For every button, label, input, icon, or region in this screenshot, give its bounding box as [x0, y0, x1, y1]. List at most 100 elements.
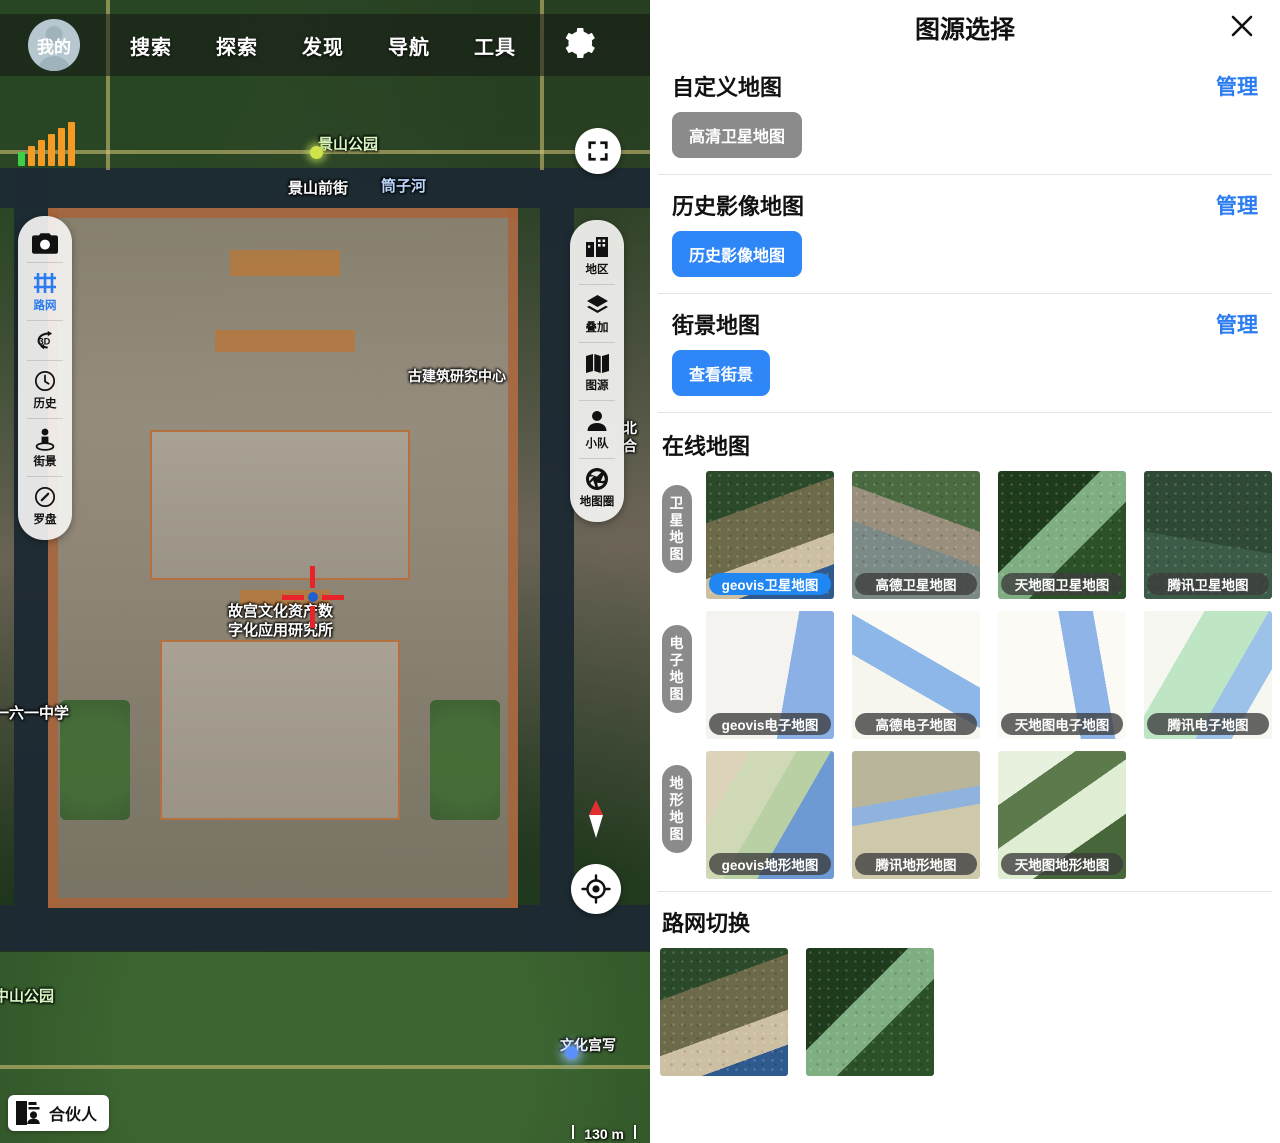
- thumb-amap-electronic[interactable]: 高德电子地图: [852, 611, 980, 739]
- row-tag-char: 星: [669, 512, 685, 529]
- row-tag-char: 地: [669, 669, 685, 686]
- manage-link-custom-map[interactable]: 管理: [1216, 71, 1258, 101]
- thumb-list: [660, 948, 934, 1076]
- thumb-amap-satellite[interactable]: 高德卫星地图: [852, 471, 980, 599]
- scale-label: 130 m: [584, 1126, 624, 1142]
- map-tool-road-network[interactable]: 路网: [18, 262, 72, 320]
- nav-tools[interactable]: 工具: [452, 31, 538, 60]
- chip-historical-imagery-map[interactable]: 历史影像地图: [672, 231, 803, 277]
- section-header: 街景地图 管理: [660, 294, 1270, 350]
- thumb-roadnet-2[interactable]: [806, 948, 934, 1076]
- avatar-wrapper[interactable]: 我的: [0, 19, 108, 71]
- map-tool-overlay[interactable]: 叠加: [570, 284, 624, 342]
- road-network-icon: [32, 271, 58, 295]
- thumb-tianditu-satellite[interactable]: 天地图卫星地图: [998, 471, 1126, 599]
- map-tool-region[interactable]: 地区: [570, 226, 624, 284]
- close-icon[interactable]: [1224, 8, 1260, 44]
- thumb-geovis-electronic[interactable]: geovis电子地图: [706, 611, 834, 739]
- aperture-icon: [584, 467, 610, 491]
- top-nav-bar[interactable]: 我的 搜索 探索 发现 导航 工具: [0, 14, 650, 76]
- map-tool-label: 路网: [33, 300, 57, 312]
- avatar-label: 我的: [37, 37, 71, 57]
- row-tag-char: 图: [669, 826, 685, 843]
- thumb-image: [806, 948, 934, 1076]
- buildings-icon: [584, 235, 610, 259]
- map-tool-map-circle[interactable]: 地图圈: [570, 458, 624, 516]
- section-historical-imagery: 历史影像地图 管理 历史影像地图: [650, 175, 1280, 293]
- thumb-tianditu-terrain[interactable]: 天地图地形地图: [998, 751, 1126, 879]
- row-tag-char: 电: [669, 635, 685, 651]
- manage-link-historical-imagery[interactable]: 管理: [1216, 190, 1258, 220]
- row-tag-char: 地: [669, 809, 685, 826]
- section-header: 历史影像地图 管理: [660, 175, 1270, 231]
- nav-search[interactable]: 搜索: [108, 31, 194, 60]
- map-book-icon: [584, 351, 610, 375]
- map-tool-streetview[interactable]: 街景: [18, 418, 72, 476]
- thumb-tencent-terrain[interactable]: 腾讯地形地图: [852, 751, 980, 879]
- thumb-caption: geovis电子地图: [709, 713, 831, 735]
- thumb-list: geovis地形地图 腾讯地形地图 天地图地形地图: [706, 751, 1126, 879]
- map-tool-label: 地区: [585, 264, 609, 276]
- map-tool-label: 历史: [33, 398, 57, 410]
- map-tool-map-source[interactable]: 图源: [570, 342, 624, 400]
- gear-icon[interactable]: [560, 25, 596, 66]
- nav-discover[interactable]: 发现: [280, 31, 366, 60]
- fullscreen-icon[interactable]: [575, 128, 621, 174]
- map-view[interactable]: 我的 搜索 探索 发现 导航 工具 路网 3D 历史 街景 罗盘 地区 叠加 图…: [0, 0, 650, 1143]
- map-label-bei-he: 北 合: [623, 420, 637, 454]
- chip-hd-satellite-map[interactable]: 高清卫星地图: [672, 112, 803, 158]
- map-tool-camera[interactable]: [18, 222, 72, 262]
- map-tool-history[interactable]: 历史: [18, 360, 72, 418]
- thumb-caption: 高德卫星地图: [855, 573, 977, 595]
- map-roof: [230, 250, 340, 276]
- scale-tick-right: [634, 1125, 636, 1139]
- clock-icon: [32, 369, 58, 393]
- section-title: 街景地图: [672, 313, 761, 338]
- app-root: 我的 搜索 探索 发现 导航 工具 路网 3D 历史 街景 罗盘 地区 叠加 图…: [0, 0, 1280, 1143]
- partner-badge[interactable]: 合伙人: [8, 1095, 110, 1131]
- camera-icon: [32, 231, 58, 255]
- scale-tick-left: [572, 1125, 575, 1139]
- map-tool-compass[interactable]: 罗盘: [18, 476, 72, 534]
- map-tools-right[interactable]: 地区 叠加 图源 小队 地图圈: [570, 220, 624, 522]
- map-tool-label: 叠加: [585, 322, 609, 334]
- chip-view-street-view[interactable]: 查看街景: [672, 350, 771, 396]
- map-tool-team[interactable]: 小队: [570, 400, 624, 458]
- row-tag-char: 地: [669, 775, 685, 791]
- signal-bars-icon: [18, 120, 75, 166]
- thumb-caption: geovis卫星地图: [709, 573, 831, 595]
- thumb-tencent-satellite[interactable]: 腾讯卫星地图: [1144, 471, 1272, 599]
- row-tag-char: 图: [669, 546, 685, 563]
- map-tools-left[interactable]: 路网 3D 历史 街景 罗盘: [18, 216, 72, 540]
- thumb-caption: geovis地形地图: [709, 853, 831, 875]
- avatar-body-icon: [37, 56, 71, 71]
- row-tag-char: 子: [669, 652, 685, 669]
- map-poi-dot[interactable]: [565, 1046, 578, 1059]
- map-tool-3d[interactable]: 3D: [18, 320, 72, 360]
- nav-navigation[interactable]: 导航: [366, 31, 452, 60]
- panel-title: 图源选择: [914, 16, 1015, 44]
- map-courtyard: [150, 430, 410, 580]
- avatar[interactable]: 我的: [28, 19, 80, 71]
- row-tag-char: 形: [669, 792, 685, 809]
- thumb-roadnet-1[interactable]: [660, 948, 788, 1076]
- section-title: 自定义地图: [672, 75, 783, 100]
- team-icon: [584, 409, 610, 433]
- nav-explore[interactable]: 探索: [194, 31, 280, 60]
- thumb-geovis-satellite[interactable]: geovis卫星地图: [706, 471, 834, 599]
- map-tool-label: 街景: [33, 456, 57, 468]
- map-label-jingshan-street: 景山前街: [288, 180, 349, 197]
- locate-target-icon[interactable]: [571, 864, 621, 914]
- thumb-tianditu-electronic[interactable]: 天地图电子地图: [998, 611, 1126, 739]
- thumb-tencent-electronic[interactable]: 腾讯电子地图: [1144, 611, 1272, 739]
- section-street-view: 街景地图 管理 查看街景: [650, 294, 1280, 412]
- map-road: [0, 1065, 650, 1069]
- compass-needle-icon[interactable]: [584, 798, 608, 840]
- manage-link-street-view[interactable]: 管理: [1216, 309, 1258, 339]
- thumb-geovis-terrain[interactable]: geovis地形地图: [706, 751, 834, 879]
- thumb-row-electronic: 电 子 地 图 geovis电子地图 高德电子地图 天地图电子地图 腾讯电子地图: [650, 611, 1280, 751]
- row-tag-char: 图: [669, 686, 685, 703]
- thumb-list: geovis电子地图 高德电子地图 天地图电子地图 腾讯电子地图: [706, 611, 1272, 739]
- map-poi-dot[interactable]: [310, 146, 323, 159]
- partner-icon: [16, 1101, 40, 1125]
